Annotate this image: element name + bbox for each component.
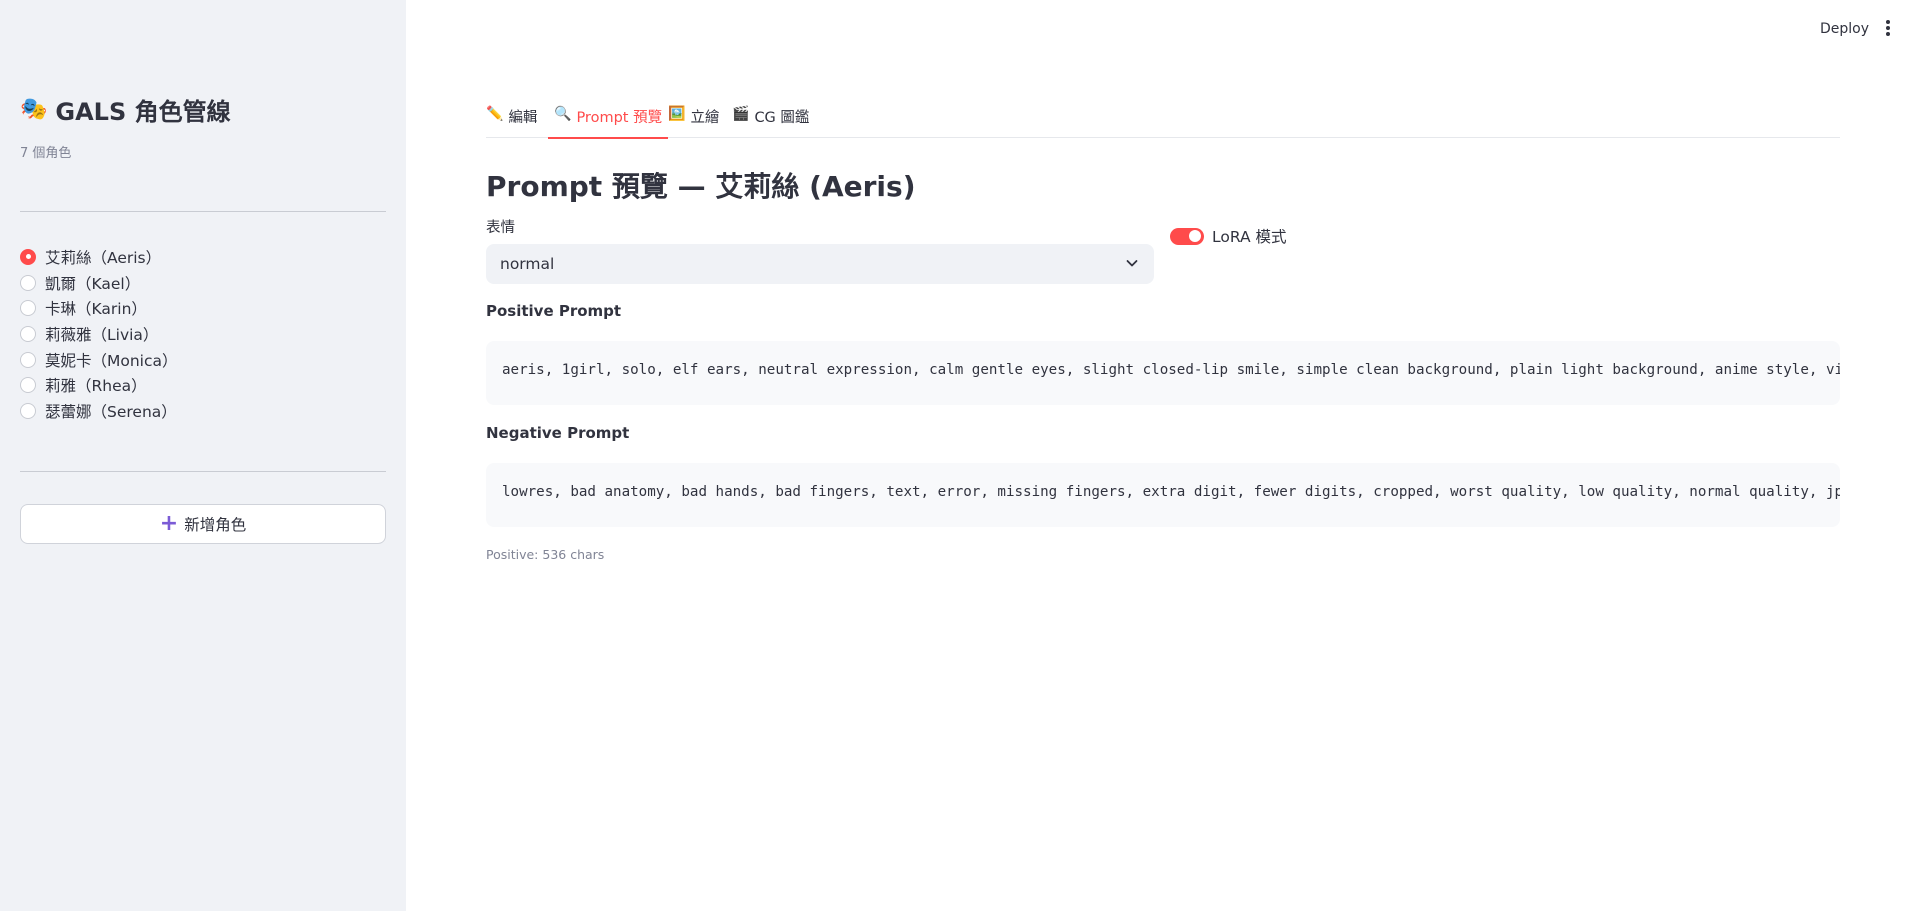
add-character-label: 新增角色 bbox=[184, 516, 247, 534]
pencil-icon: ✏️ bbox=[486, 106, 504, 122]
character-count: 7 個角色 bbox=[20, 146, 72, 161]
sidebar-title: 🎭 GALS 角色管線 bbox=[20, 92, 231, 127]
positive-prompt-code: aeris, 1girl, solo, elf ears, neutral ex… bbox=[486, 341, 1840, 405]
add-character-button[interactable]: + 新增角色 bbox=[20, 504, 386, 544]
character-radio-group: 艾莉絲（Aeris） 凱爾（Kael） 卡琳（Karin） 莉薇雅（Livia）… bbox=[20, 244, 178, 424]
app: 🎭 GALS 角色管線 7 個角色 艾莉絲（Aeris） 凱爾（Kael） 卡琳… bbox=[0, 0, 1920, 911]
positive-char-count: Positive: 536 chars bbox=[486, 547, 605, 562]
chevron-down-icon bbox=[1126, 260, 1138, 267]
radio-circle[interactable] bbox=[20, 300, 36, 317]
radio-label: 艾莉絲（Aeris） bbox=[45, 248, 162, 267]
radio-serena[interactable]: 瑟蕾娜（Serena） bbox=[20, 398, 178, 424]
radio-circle[interactable] bbox=[20, 325, 36, 342]
radio-label: 莫妮卡（Monica） bbox=[45, 351, 178, 370]
radio-livia[interactable]: 莉薇雅（Livia） bbox=[20, 321, 178, 347]
expression-value: normal bbox=[500, 255, 555, 273]
positive-prompt-label: Positive Prompt bbox=[486, 302, 622, 320]
tab-edit[interactable]: ✏️ 編輯 bbox=[486, 104, 537, 138]
plus-icon: + bbox=[159, 511, 179, 536]
theater-masks-icon: 🎭 bbox=[20, 97, 48, 122]
clapper-icon: 🎬 bbox=[732, 106, 750, 122]
expression-select[interactable]: normal bbox=[486, 244, 1154, 284]
picture-icon: 🖼️ bbox=[668, 106, 686, 122]
radio-aeris[interactable]: 艾莉絲（Aeris） bbox=[20, 244, 178, 270]
tab-label: Prompt 預覽 bbox=[576, 110, 663, 126]
deploy-button[interactable]: Deploy bbox=[1820, 21, 1869, 37]
radio-karin[interactable]: 卡琳（Karin） bbox=[20, 295, 178, 321]
divider bbox=[20, 471, 386, 472]
expression-label: 表情 bbox=[486, 220, 515, 236]
radio-label: 莉雅（Rhea） bbox=[45, 377, 147, 396]
radio-monica[interactable]: 莫妮卡（Monica） bbox=[20, 347, 178, 373]
lora-label: LoRA 模式 bbox=[1212, 228, 1287, 246]
radio-label: 凱爾（Kael） bbox=[45, 274, 141, 293]
page-title: Prompt 預覽 — 艾莉絲 (Aeris) bbox=[486, 170, 916, 203]
radio-circle[interactable] bbox=[20, 248, 36, 265]
more-options-icon[interactable] bbox=[1884, 20, 1892, 38]
radio-circle[interactable] bbox=[20, 402, 36, 419]
radio-label: 莉薇雅（Livia） bbox=[45, 325, 159, 344]
tab-label: 立繪 bbox=[690, 110, 720, 126]
negative-prompt-label: Negative Prompt bbox=[486, 424, 630, 442]
negative-prompt-code: lowres, bad anatomy, bad hands, bad fing… bbox=[486, 463, 1840, 527]
tab-label: CG 圖鑑 bbox=[754, 110, 810, 126]
radio-rhea[interactable]: 莉雅（Rhea） bbox=[20, 372, 178, 398]
radio-circle[interactable] bbox=[20, 377, 36, 394]
lora-toggle[interactable] bbox=[1170, 227, 1204, 245]
radio-kael[interactable]: 凱爾（Kael） bbox=[20, 270, 178, 296]
magnifier-icon: 🔍 bbox=[554, 106, 572, 122]
sidebar: 🎭 GALS 角色管線 7 個角色 艾莉絲（Aeris） 凱爾（Kael） 卡琳… bbox=[0, 0, 406, 911]
tab-bar: ✏️ 編輯 🔍 Prompt 預覽 🖼️ 立繪 🎬 CG 圖鑑 bbox=[486, 104, 1840, 139]
divider bbox=[20, 211, 386, 212]
tab-cg-gallery[interactable]: 🎬 CG 圖鑑 bbox=[732, 104, 809, 138]
app-title: GALS 角色管線 bbox=[55, 98, 231, 126]
tab-label: 編輯 bbox=[508, 110, 538, 126]
radio-label: 瑟蕾娜（Serena） bbox=[45, 402, 177, 421]
radio-circle[interactable] bbox=[20, 274, 36, 291]
radio-circle[interactable] bbox=[20, 351, 36, 368]
radio-label: 卡琳（Karin） bbox=[45, 300, 147, 319]
tab-prompt-preview[interactable]: 🔍 Prompt 預覽 bbox=[547, 104, 669, 139]
tab-portrait[interactable]: 🖼️ 立繪 bbox=[668, 104, 719, 138]
lora-toggle-group: LoRA 模式 bbox=[1170, 225, 1287, 247]
